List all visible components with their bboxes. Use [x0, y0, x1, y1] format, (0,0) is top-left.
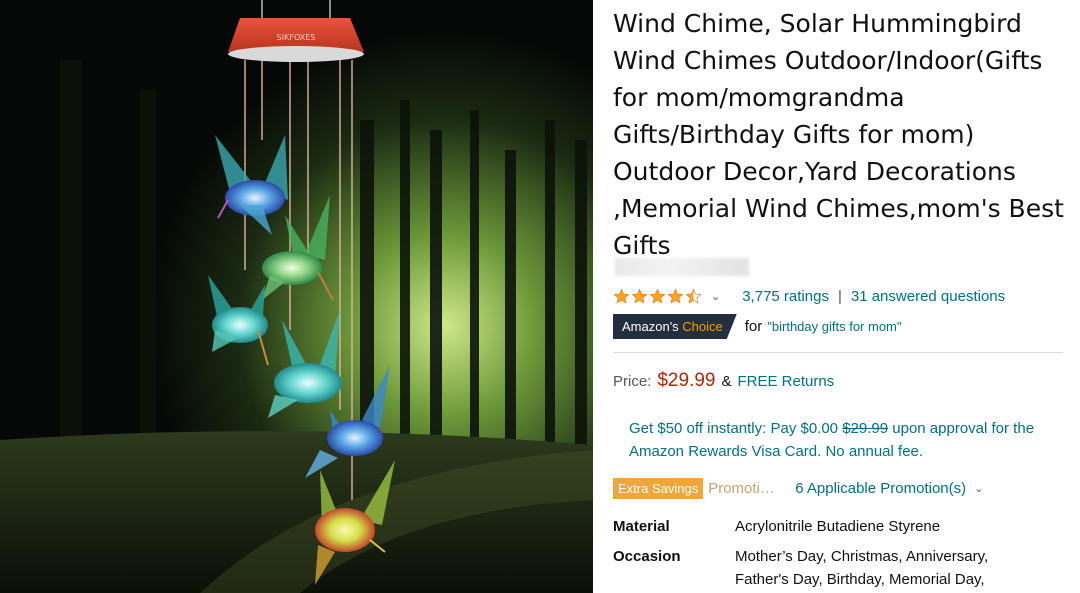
promo-strike-price: $29.99	[842, 420, 889, 437]
extra-savings-row: Extra Savings Promoti… 6 Applicable Prom…	[613, 477, 983, 499]
choice-badge-accent: Choice	[682, 319, 723, 334]
brand-logo-label: SIKFOXES	[277, 33, 316, 42]
spec-key: Occasion	[613, 548, 681, 565]
spec-value: Mother’s Day, Christmas, Anniversary, Fa…	[735, 548, 989, 588]
price-amp: &	[721, 373, 732, 390]
chevron-down-icon[interactable]: ⌄	[974, 482, 983, 495]
spec-row-material: Material Acrylonitrile Butadiene Styrene	[613, 515, 1068, 538]
promo-line-start: Get $50 off instantly: Pay $0.00	[629, 420, 839, 437]
price-value: $29.99	[657, 370, 716, 391]
brand-link-redacted[interactable]	[615, 258, 749, 276]
star-icon	[631, 288, 648, 304]
product-title: Wind Chime, Solar Hummingbird Wind Chime…	[613, 9, 1064, 260]
price-label: Price:	[613, 373, 652, 390]
star-rating[interactable]	[613, 288, 703, 305]
amazons-choice-row: Amazon's Choice for "birthday gifts for …	[613, 314, 902, 339]
choice-badge-prefix: Amazon's	[622, 319, 679, 334]
hummingbird-wind-chime-image: SIKFOXES	[0, 0, 593, 593]
spec-value: Acrylonitrile Butadiene Styrene	[735, 518, 941, 535]
spec-key: Material	[613, 518, 670, 535]
star-half-icon	[685, 288, 702, 304]
rating-row: ⌄ 3,775 ratings | 31 answered questions	[613, 285, 1068, 307]
choice-query-link[interactable]: "birthday gifts for mom"	[767, 319, 901, 334]
divider	[613, 352, 1063, 353]
ratings-count-link[interactable]: 3,775 ratings	[742, 288, 829, 305]
chevron-down-icon[interactable]: ⌄	[711, 290, 720, 303]
amazons-choice-badge: Amazon's Choice	[613, 314, 737, 339]
star-icon	[667, 288, 684, 304]
promotion-label: Promoti…	[708, 479, 775, 497]
rewards-card-promo[interactable]: Get $50 off instantly: Pay $0.00 $29.99 …	[629, 417, 1059, 463]
choice-for-label: for	[744, 318, 763, 335]
spec-row-occasion: Occasion Mother’s Day, Christmas, Annive…	[613, 545, 1068, 591]
free-returns-link[interactable]: FREE Returns	[737, 373, 834, 390]
star-icon	[649, 288, 666, 304]
star-icon	[613, 288, 630, 304]
price-row: Price: $29.99 & FREE Returns	[613, 370, 834, 392]
product-image[interactable]: SIKFOXES	[0, 0, 593, 593]
separator: |	[837, 287, 842, 305]
answered-questions-link[interactable]: 31 answered questions	[851, 288, 1005, 305]
applicable-promotions-link[interactable]: 6 Applicable Promotion(s)	[795, 480, 966, 497]
extra-savings-badge: Extra Savings	[613, 477, 704, 499]
